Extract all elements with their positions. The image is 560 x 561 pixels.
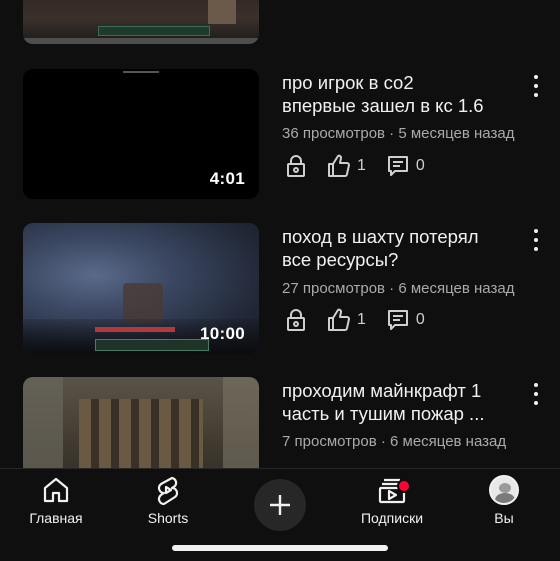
nav-home-label: Главная bbox=[29, 510, 83, 526]
thumb-ore bbox=[123, 283, 163, 323]
plus-icon bbox=[270, 495, 290, 515]
comment-icon bbox=[387, 310, 408, 330]
more-vert-icon[interactable] bbox=[532, 229, 540, 251]
video-title-line: часть и тушим пожар ... bbox=[282, 403, 485, 424]
video-thumbnail-previous[interactable] bbox=[23, 0, 259, 44]
comments-count: 0 bbox=[415, 311, 425, 328]
thumb-watermark bbox=[123, 71, 159, 73]
thumb-shelves bbox=[79, 399, 203, 468]
gesture-bar[interactable] bbox=[172, 545, 388, 551]
more-vert-icon[interactable] bbox=[532, 383, 540, 405]
thumb-up-icon bbox=[328, 308, 350, 331]
video-title-line: все ресурсы? bbox=[282, 249, 399, 270]
home-icon bbox=[43, 477, 69, 503]
nav-you-label: Вы bbox=[494, 510, 514, 526]
thumb-hotbar bbox=[98, 26, 210, 36]
likes-count: 1 bbox=[357, 311, 366, 328]
thumb-health bbox=[95, 327, 175, 332]
comment-icon bbox=[387, 156, 408, 176]
thumb-block bbox=[208, 0, 236, 24]
video-meta: 27 просмотров · 6 месяцев назад bbox=[282, 280, 515, 297]
more-vert-icon[interactable] bbox=[532, 75, 540, 97]
nav-shorts-label: Shorts bbox=[147, 510, 189, 526]
video-actions: 1 0 bbox=[285, 307, 445, 333]
video-duration: 4:01 bbox=[209, 169, 245, 188]
video-feed: 4:01 про игрок в со2 впервые зашел в кс … bbox=[0, 0, 560, 468]
video-actions: 1 0 bbox=[285, 153, 445, 179]
thumb-wall-right bbox=[223, 377, 259, 468]
video-title-line: впервые зашел в кс 1.6 bbox=[282, 95, 484, 116]
comments-button[interactable]: 0 bbox=[386, 154, 425, 178]
video-meta: 7 просмотров · 6 месяцев назад bbox=[282, 433, 507, 450]
video-meta: 36 просмотров · 5 месяцев назад bbox=[282, 125, 515, 142]
comments-count: 0 bbox=[415, 157, 425, 174]
nav-home[interactable]: Главная bbox=[6, 475, 106, 526]
video-title-line: поход в шахту потерял bbox=[282, 226, 479, 247]
avatar-head bbox=[499, 483, 511, 493]
avatar bbox=[489, 475, 519, 505]
thumb-progress bbox=[23, 38, 259, 44]
nav-you[interactable]: Вы bbox=[454, 475, 554, 526]
video-title-line: про игрок в со2 bbox=[282, 72, 414, 93]
nav-subscriptions-label: Подписки bbox=[360, 510, 424, 526]
create-button[interactable] bbox=[254, 479, 306, 531]
visibility-button[interactable] bbox=[285, 308, 307, 332]
lock-icon bbox=[287, 309, 305, 331]
notification-dot bbox=[397, 479, 411, 493]
video-thumbnail[interactable] bbox=[23, 377, 259, 468]
shorts-icon bbox=[157, 476, 179, 505]
likes-button[interactable]: 1 bbox=[327, 308, 366, 332]
video-title[interactable]: проходим майнкрафт 1 часть и тушим пожар… bbox=[282, 379, 514, 425]
nav-shorts[interactable]: Shorts bbox=[118, 475, 218, 526]
video-duration: 10:00 bbox=[200, 324, 245, 343]
visibility-button[interactable] bbox=[285, 154, 307, 178]
lock-icon bbox=[287, 155, 305, 177]
thumb-up-icon bbox=[328, 154, 350, 177]
thumb-wall-left bbox=[23, 377, 63, 468]
thumb-hotbar bbox=[95, 339, 209, 351]
video-title[interactable]: про игрок в со2 впервые зашел в кс 1.6 bbox=[282, 71, 514, 117]
video-title-line: проходим майнкрафт 1 bbox=[282, 380, 482, 401]
likes-button[interactable]: 1 bbox=[327, 154, 366, 178]
avatar-body bbox=[495, 493, 515, 503]
video-thumbnail[interactable]: 4:01 bbox=[23, 69, 259, 199]
video-thumbnail[interactable]: 10:00 bbox=[23, 223, 259, 354]
nav-subscriptions[interactable]: Подписки bbox=[342, 475, 442, 526]
comments-button[interactable]: 0 bbox=[386, 308, 425, 332]
video-title[interactable]: поход в шахту потерял все ресурсы? bbox=[282, 225, 514, 271]
likes-count: 1 bbox=[357, 157, 366, 174]
